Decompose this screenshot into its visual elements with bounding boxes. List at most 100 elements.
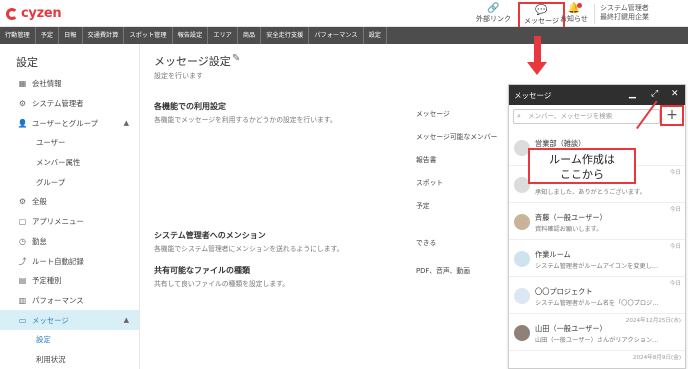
message-panel: メッセージ ▁ ⤢ ✕ ⌕ メンバー、メッセージを検索 + 営業部（雑談） 承知… xyxy=(508,84,686,369)
sidebar-item-label: ルート自動記録 xyxy=(32,256,84,266)
top-header: cyzen 🔗 外部リンク 💬 メッセージ 🔔 お知らせ システム管理者 最終打… xyxy=(0,0,688,29)
nav-item[interactable]: 商品 xyxy=(238,27,262,44)
section-admin-mention-desc: 各機能でシステム管理者にメンションを送れるようにします。 xyxy=(154,245,344,253)
room-name: 作業ルーム xyxy=(535,250,571,259)
file-types-value: PDF、音声、動画 xyxy=(416,267,471,275)
app-menu-icon: ▢ xyxy=(18,217,27,227)
create-room-button[interactable]: + xyxy=(660,105,684,126)
room-item[interactable]: 山田（一般ユーザー） 山田（一般ユーザー）さんがリアクション… 2024年12月… xyxy=(509,314,685,351)
sidebar-item-route-record[interactable]: ⤴ ルート自動記録 xyxy=(0,251,139,271)
sidebar-item-label: ユーザー xyxy=(36,138,66,148)
chevron-up-icon: ▲ xyxy=(123,316,129,325)
nav-item[interactable]: エリア xyxy=(208,27,238,44)
setting-row-label: 報告書 xyxy=(416,156,437,164)
search-icon: ⌕ xyxy=(517,112,521,120)
annotation-arrow-shaft xyxy=(534,36,541,62)
panel-search-input[interactable]: ⌕ メンバー、メッセージを検索 xyxy=(513,109,660,124)
sidebar-item-company[interactable]: ▦ 会社情報 xyxy=(0,74,139,94)
clock-icon: ◷ xyxy=(19,236,26,246)
user-icon: 👤 xyxy=(17,118,28,128)
sidebar-item-label: 設定 xyxy=(36,335,51,345)
nav-item[interactable]: パフォーマンス xyxy=(309,27,364,44)
minimize-icon[interactable]: ▁ xyxy=(629,89,636,99)
room-last-message: 山田（一般ユーザー）さんがリアクション… xyxy=(535,337,659,344)
sidebar-item-attendance[interactable]: ◷ 勤怠 xyxy=(0,232,139,252)
nav-item[interactable]: 日報 xyxy=(59,27,83,44)
link-icon: 🔗 xyxy=(487,3,500,14)
cyzen-logo[interactable]: cyzen xyxy=(6,6,62,21)
sidebar-item-label: 予定種別 xyxy=(32,276,62,286)
sidebar-item-label: 会社情報 xyxy=(32,79,62,89)
nav-item[interactable]: 安全走行支援 xyxy=(261,27,310,44)
sidebar-item-message[interactable]: ▭ メッセージ ▲ xyxy=(0,310,139,330)
setting-row-label: 予定 xyxy=(416,202,430,210)
settings-sidebar: 設定 ▦ 会社情報 ⚙ システム管理者 👤 ユーザーとグループ ▲ ユーザー メンバー属… xyxy=(0,44,140,369)
nav-item[interactable]: 設定 xyxy=(364,27,387,44)
setting-row-label: メッセージ可能なメンバー xyxy=(416,133,498,141)
external-link-button[interactable]: 🔗 外部リンク xyxy=(476,3,511,24)
room-name: 山田（一般ユーザー） xyxy=(535,324,607,333)
sidebar-item-label: 全般 xyxy=(32,197,47,207)
sidebar-item-users[interactable]: ユーザー xyxy=(0,133,139,153)
close-icon[interactable]: ✕ xyxy=(671,89,679,99)
chevron-up-icon: ▲ xyxy=(123,119,129,128)
room-avatar xyxy=(514,288,530,304)
admin-mention-value: できる xyxy=(416,239,437,247)
sidebar-item-system-admin[interactable]: ⚙ システム管理者 xyxy=(0,94,139,114)
chat-icon: 💬 xyxy=(535,5,548,16)
notice-button[interactable]: 🔔 お知らせ xyxy=(560,3,588,24)
sidebar-item-general[interactable]: ⚙ 全般 xyxy=(0,192,139,212)
user-menu[interactable]: システム管理者 最終打鍵用企業 xyxy=(594,4,682,24)
expand-icon[interactable]: ⤢ xyxy=(651,89,658,99)
nav-item[interactable]: 交通費計算 xyxy=(83,27,125,44)
room-date: 今日 xyxy=(669,170,681,176)
room-date: 2024年12月25日(水) xyxy=(625,318,681,324)
sidebar-item-performance[interactable]: ▥ パフォーマンス xyxy=(0,291,139,311)
section-file-types-desc: 共有して良いファイルの種類を設定します。 xyxy=(154,280,290,288)
room-item[interactable]: 作業ルーム システム管理者がルームアイコンを変更し… 今日 xyxy=(509,240,685,277)
sidebar-item-member-attributes[interactable]: メンバー属性 xyxy=(0,153,139,173)
sidebar-item-label: 利用状況 xyxy=(36,354,66,364)
setting-row-label: スポット xyxy=(416,179,444,187)
sidebar-item-label: メッセージ xyxy=(32,315,69,325)
nav-item[interactable]: 行動管理 xyxy=(0,27,36,44)
callout-line2: ここから xyxy=(560,168,604,181)
sidebar-item-usage[interactable]: 利用状況 xyxy=(0,350,139,369)
room-item[interactable]: 2024年8月9日(金) xyxy=(509,351,685,369)
search-placeholder: メンバー、メッセージを検索 xyxy=(528,112,613,120)
nav-item[interactable]: スポット管理 xyxy=(124,27,173,44)
edit-pencil-icon[interactable]: ✎ xyxy=(232,53,240,64)
section-feature-usage-desc: 各機能でメッセージを利用するかどうかの設定を行います。 xyxy=(154,116,337,124)
nav-item[interactable]: 予定 xyxy=(36,27,60,44)
room-avatar xyxy=(514,325,530,341)
admin-icon: ⚙ xyxy=(18,99,27,109)
room-name: 〇〇プロジェクト xyxy=(535,287,593,296)
panel-title: メッセージ xyxy=(514,90,552,100)
sidebar-item-schedule-types[interactable]: ▤ 予定種別 xyxy=(0,271,139,291)
section-admin-mention-title: システム管理者へのメンション xyxy=(154,231,266,240)
setting-row-label: メッセージ xyxy=(416,110,450,118)
chat-icon: ▭ xyxy=(18,315,27,325)
room-date: 2024年8月9日(金) xyxy=(632,355,681,361)
notice-label: お知らせ xyxy=(560,15,588,23)
sidebar-item-label: 勤怠 xyxy=(32,236,47,246)
sidebar-item-users-groups[interactable]: 👤 ユーザーとグループ ▲ xyxy=(0,113,139,133)
sidebar-item-message-settings[interactable]: 設定 xyxy=(0,330,139,350)
room-last-message: システム管理者がルームアイコンを変更し… xyxy=(535,263,659,270)
nav-item[interactable]: 報告設定 xyxy=(173,27,209,44)
panel-header: メッセージ ▁ ⤢ ✕ xyxy=(509,85,685,105)
sidebar-item-app-menu[interactable]: ▢ アプリメニュー xyxy=(0,212,139,232)
room-avatar xyxy=(514,251,530,267)
message-button[interactable]: 💬 メッセージ xyxy=(518,2,565,29)
external-link-label: 外部リンク xyxy=(476,15,511,23)
sidebar-item-groups[interactable]: グループ xyxy=(0,172,139,192)
user-role: システム管理者 xyxy=(600,4,649,12)
logo-text: cyzen xyxy=(21,6,62,21)
room-date: 今日 xyxy=(669,207,681,213)
room-item[interactable]: 〇〇プロジェクト システム管理者がルーム名を「〇〇プロジ… 今日 xyxy=(509,277,685,314)
sidebar-item-label: ユーザーとグループ xyxy=(32,118,98,128)
notice-badge xyxy=(576,3,582,8)
room-avatar xyxy=(514,214,530,230)
callout-line1: ルーム作成は xyxy=(549,153,615,166)
room-item[interactable]: 斉藤（一般ユーザー） 資料確認お願いします。 今日 xyxy=(509,203,685,240)
